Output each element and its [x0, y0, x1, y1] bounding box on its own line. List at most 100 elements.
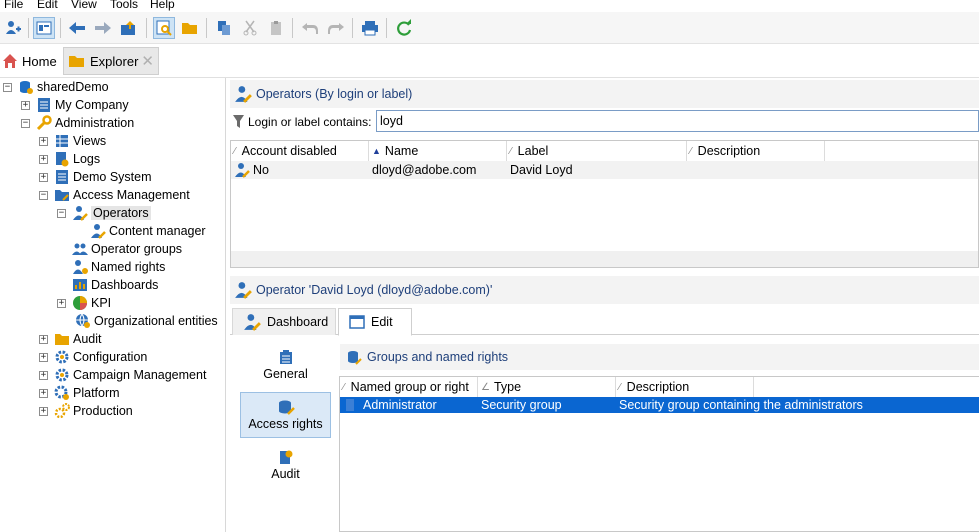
cell-label: David Loyd [510, 163, 573, 177]
tree-node-my-company[interactable]: + My Company [21, 96, 129, 114]
column-group-description[interactable]: ⁄ Description [616, 377, 754, 397]
groups-header: Groups and named rights [340, 344, 979, 370]
copy-icon[interactable] [213, 17, 235, 39]
tree-label: Organizational entities [94, 314, 218, 328]
tree-node-campaign-management[interactable]: + Campaign Management [39, 366, 206, 384]
new-operator-icon[interactable] [2, 17, 24, 39]
menu-view[interactable]: View [71, 0, 97, 10]
back-arrow-icon[interactable] [66, 17, 88, 39]
document-icon [36, 97, 52, 113]
nav-general[interactable]: General [240, 342, 331, 388]
cell-account-disabled: No [234, 161, 269, 179]
tree-node-kpi[interactable]: + KPI [57, 294, 111, 312]
tree-node-views[interactable]: + Views [39, 132, 106, 150]
log-icon [54, 151, 70, 167]
tree-label: Content manager [109, 224, 206, 238]
cell-group-description: Security group containing the administra… [619, 398, 863, 412]
open-folder-icon[interactable] [179, 17, 201, 39]
general-icon [279, 349, 293, 365]
tree-node-content-manager[interactable]: Content manager [75, 222, 206, 240]
kpi-icon [72, 295, 88, 311]
horizontal-scrollbar[interactable] [231, 251, 978, 267]
nav-audit[interactable]: Audit [240, 442, 331, 488]
detail-panel-header: Operator 'David Loyd (dloyd@adobe.com)' [230, 276, 979, 304]
tab-explorer-label: Explorer [90, 53, 139, 69]
tree-node-operators[interactable]: − Operators [57, 204, 151, 222]
explorer-view-icon[interactable] [33, 17, 55, 39]
tab-explorer[interactable]: Explorer ✕ [63, 47, 159, 75]
column-name[interactable]: ▲ Name [369, 141, 507, 161]
tree-label: Campaign Management [73, 368, 207, 382]
operator-icon [90, 223, 106, 239]
menu-help[interactable]: Help [150, 0, 175, 10]
tree-node-organizational-entities[interactable]: Organizational entities [75, 312, 218, 330]
tab-dashboard[interactable]: Dashboard [232, 308, 336, 335]
tree-label: My Company [55, 98, 129, 112]
tree-label: sharedDemo [37, 80, 109, 94]
filter-icon [233, 115, 244, 129]
gears-icon [54, 403, 70, 419]
cell-group-type: Security group [481, 398, 562, 412]
column-description[interactable]: ⁄ Description [687, 141, 825, 161]
tree-node-root[interactable]: − sharedDemo [3, 78, 109, 96]
column-label[interactable]: ⁄ Label [507, 141, 687, 161]
forward-arrow-icon[interactable] [92, 17, 114, 39]
tree-node-demo-system[interactable]: + Demo System [39, 168, 152, 186]
tab-home[interactable]: Home [2, 50, 57, 72]
menu-edit[interactable]: Edit [37, 0, 58, 10]
tree-node-operator-groups[interactable]: Operator groups [57, 240, 182, 258]
column-type[interactable]: ∠ Type [478, 377, 616, 397]
tree-node-administration[interactable]: − Administration [21, 114, 134, 132]
cut-icon[interactable] [239, 17, 261, 39]
tree-label: Administration [55, 116, 135, 130]
menu-file[interactable]: File [4, 0, 23, 10]
paste-icon[interactable] [265, 17, 287, 39]
document-icon [54, 169, 70, 185]
operator-icon [234, 85, 252, 103]
tree-node-access-management[interactable]: − Access Management [39, 186, 190, 204]
detail-nav: General Access rights Audit [230, 336, 336, 532]
close-icon[interactable]: ✕ [141, 52, 154, 70]
refresh-icon[interactable] [393, 17, 415, 39]
operator-icon [234, 281, 252, 299]
tree-node-audit[interactable]: + Audit [39, 330, 102, 348]
tree-node-configuration[interactable]: + Configuration [39, 348, 147, 366]
operators-table: ⁄ Account disabled ▲ Name ⁄ Label ⁄ Descript… [230, 140, 979, 268]
detail-panel-title: Operator 'David Loyd (dloyd@adobe.com)' [256, 283, 493, 297]
undo-icon[interactable] [299, 17, 321, 39]
tree-label: Views [73, 134, 107, 148]
tree-node-dashboards[interactable]: Dashboards [57, 276, 158, 294]
groups-title: Groups and named rights [367, 350, 509, 364]
table-row[interactable]: Administrator Security group Security gr… [340, 397, 979, 413]
gear-icon [54, 349, 70, 365]
redo-icon[interactable] [325, 17, 347, 39]
tree-label: Operator groups [91, 242, 183, 256]
folder-icon [54, 187, 70, 203]
groups-table: ⁄ Named group or right ∠ Type ⁄ Description… [339, 376, 979, 532]
filter-input[interactable]: loyd [376, 110, 979, 132]
tab-edit[interactable]: Edit [338, 308, 412, 336]
column-account-disabled[interactable]: ⁄ Account disabled [231, 141, 369, 161]
tree-label: Operators [91, 206, 151, 220]
tree-label: Configuration [73, 350, 148, 364]
workspace-tabs: Home Explorer ✕ [0, 44, 979, 78]
column-named-group[interactable]: ⁄ Named group or right [340, 377, 478, 397]
menu-tools[interactable]: Tools [110, 0, 138, 10]
named-rights-icon [72, 259, 88, 275]
print-icon[interactable] [359, 17, 381, 39]
gear-icon [54, 385, 70, 401]
tree-label: Named rights [91, 260, 166, 274]
tree-node-production[interactable]: + Production [39, 402, 133, 420]
tree-label: Production [73, 404, 133, 418]
globe-icon [75, 313, 91, 329]
table-row[interactable]: No dloyd@adobe.com David Loyd [231, 161, 978, 179]
filter-label: Login or label contains: [248, 115, 372, 129]
nav-access-rights[interactable]: Access rights [240, 392, 331, 438]
tree-label: Access Management [73, 188, 190, 202]
tree-node-logs[interactable]: + Logs [39, 150, 100, 168]
find-icon[interactable] [153, 17, 175, 39]
tree-node-named-rights[interactable]: Named rights [57, 258, 165, 276]
folder-up-icon[interactable] [118, 17, 140, 39]
tree-node-platform[interactable]: + Platform [39, 384, 120, 402]
toolbar [0, 12, 979, 44]
